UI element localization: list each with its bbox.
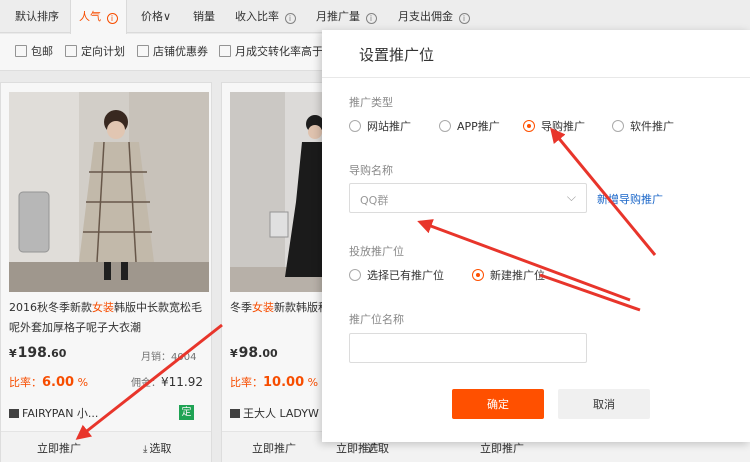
divider [322,77,750,78]
radio[interactable] [612,120,624,132]
promo-type-website-label: 网站推广 [367,120,411,133]
radio[interactable] [349,120,361,132]
radio[interactable] [349,269,361,281]
radio[interactable] [439,120,451,132]
confirm-button[interactable]: 确定 [452,389,544,419]
add-guide-promo-link[interactable]: 新增导购推广 [597,191,663,207]
placement-existing-label: 选择已有推广位 [367,269,444,282]
promo-type-label: 推广类型 [349,96,393,109]
cancel-button[interactable]: 取消 [558,389,650,419]
promo-type-software[interactable]: 软件推广 [612,118,674,134]
placement-new-label: 新建推广位 [490,269,545,282]
placement-existing[interactable]: 选择已有推广位 [349,267,444,283]
promo-type-app-label: APP推广 [457,120,500,133]
radio-selected[interactable] [472,269,484,281]
radio-selected[interactable] [523,120,535,132]
guide-name-label: 导购名称 [349,164,393,177]
promo-type-website[interactable]: 网站推广 [349,118,411,134]
promo-type-app[interactable]: APP推广 [439,118,500,134]
guide-name-select[interactable]: QQ群 ⌵ [349,183,587,213]
promo-type-guide-label: 导购推广 [541,120,585,133]
chevron-down-icon: ⌵ [566,190,576,204]
guide-name-value: QQ群 [360,194,389,207]
promo-type-guide[interactable]: 导购推广 [523,118,585,134]
placement-name-input[interactable] [349,333,587,363]
dialog-title: 设置推广位 [359,46,435,64]
placement-new[interactable]: 新建推广位 [472,267,545,283]
placement-label: 投放推广位 [349,245,404,258]
placement-name-label: 推广位名称 [349,313,404,326]
promo-type-software-label: 软件推广 [630,120,674,133]
set-promotion-slot-dialog: 设置推广位 推广类型 网站推广 APP推广 导购推广 软件推广 导购名称 QQ群… [322,30,750,442]
